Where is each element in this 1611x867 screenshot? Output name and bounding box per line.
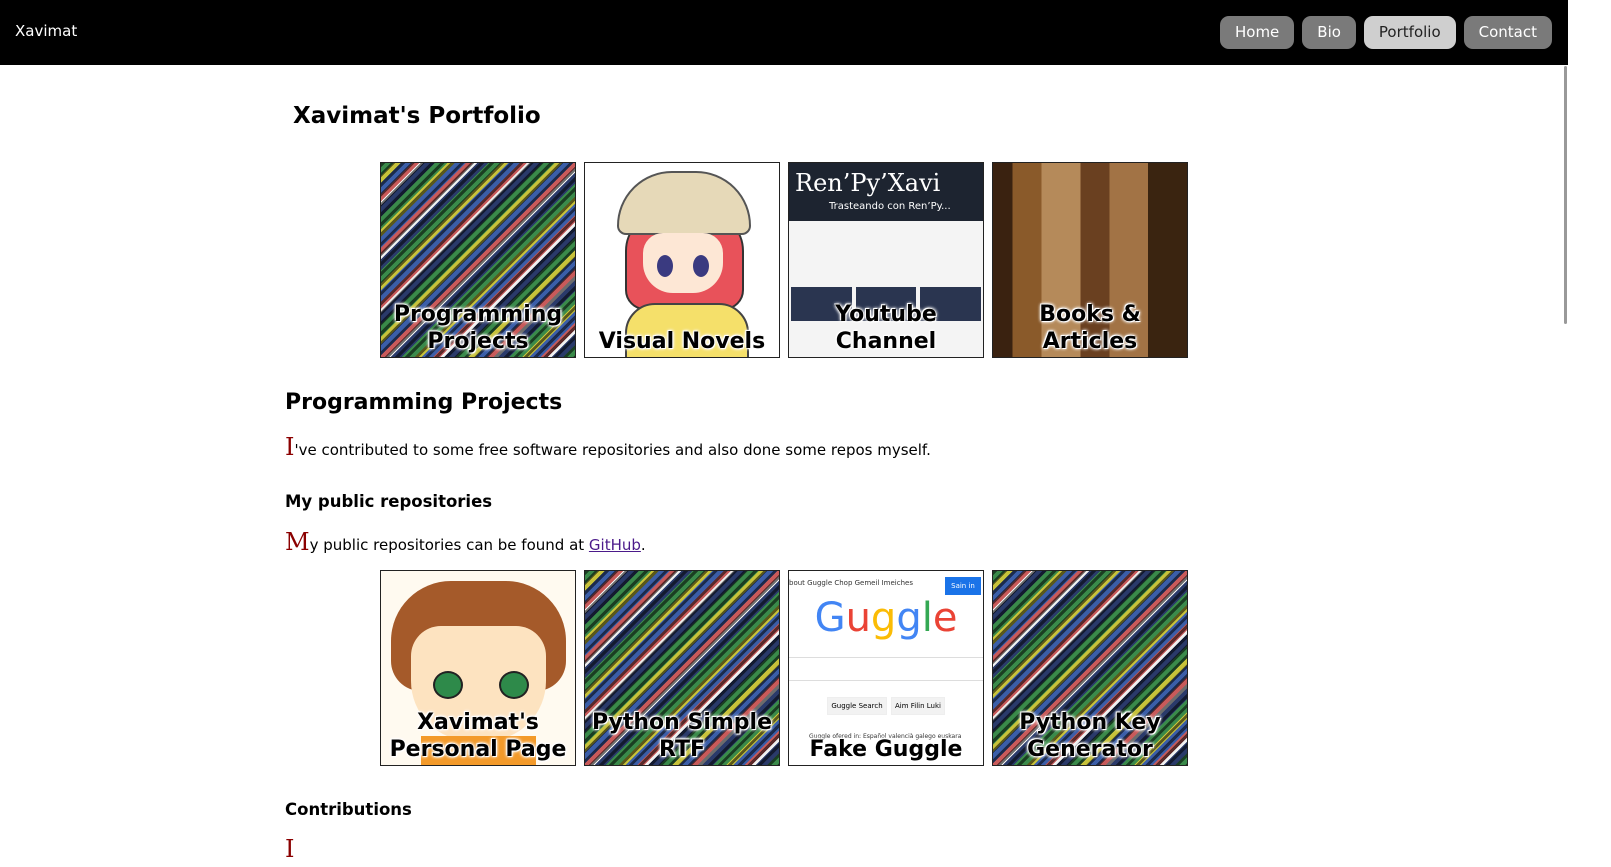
- guggle-search-box: [789, 657, 983, 681]
- scrollbar-thumb[interactable]: [1564, 66, 1567, 324]
- main-nav: Home Bio Portfolio Contact: [1219, 16, 1552, 49]
- guggle-lucky-btn: Aim Filin Luki: [891, 697, 945, 715]
- guggle-search-btn: Guggle Search: [827, 697, 887, 715]
- card-label: Xavimat's Personal Page: [389, 710, 567, 762]
- card-youtube-channel[interactable]: Ren’Py’Xavi Trasteando con Ren’Py... You…: [788, 162, 984, 358]
- github-link[interactable]: GitHub: [589, 536, 641, 554]
- public-repos-text: My public repositories can be found at G…: [285, 528, 646, 556]
- youtube-banner-subtitle: Trasteando con Ren’Py...: [829, 201, 951, 212]
- card-fake-guggle[interactable]: bout Guggle Chop Gemeil Imeiches Sain in…: [788, 570, 984, 766]
- avatar-eye: [657, 255, 673, 277]
- brand-name[interactable]: Xavimat: [15, 22, 77, 40]
- subheading-public-repos: My public repositories: [285, 492, 493, 511]
- dropcap: M: [285, 528, 310, 556]
- card-python-key-generator[interactable]: Python Key Generator: [992, 570, 1188, 766]
- scrollbar-track[interactable]: [1568, 0, 1611, 867]
- avatar-eye: [499, 671, 529, 699]
- card-books-articles[interactable]: Books & Articles: [992, 162, 1188, 358]
- dropcap: I: [285, 835, 295, 863]
- avatar-hat: [617, 171, 751, 235]
- category-grid: Programming Projects Visual Novels Ren’Py…: [380, 162, 1190, 358]
- card-label: Fake Guggle: [809, 737, 963, 762]
- avatar-eye: [433, 671, 463, 699]
- card-personal-page[interactable]: Xavimat's Personal Page: [380, 570, 576, 766]
- avatar-eye: [693, 255, 709, 277]
- guggle-sign-in: Sain in: [945, 577, 981, 595]
- subheading-contributions: Contributions: [285, 800, 412, 819]
- page-title: Xavimat's Portfolio: [293, 103, 541, 129]
- section-heading-programming: Programming Projects: [285, 390, 563, 415]
- youtube-banner-title: Ren’Py’Xavi: [795, 169, 941, 197]
- contributions-text: I: [285, 835, 294, 863]
- card-label: Python Simple RTF: [591, 710, 772, 762]
- card-label: Programming Projects: [393, 302, 563, 354]
- card-label: Visual Novels: [598, 329, 766, 354]
- card-python-simple-rtf[interactable]: Python Simple RTF: [584, 570, 780, 766]
- nav-contact-button[interactable]: Contact: [1463, 16, 1552, 49]
- card-programming-projects[interactable]: Programming Projects: [380, 162, 576, 358]
- nav-bio-button[interactable]: Bio: [1302, 16, 1356, 49]
- avatar-face: [643, 233, 723, 293]
- card-label: Youtube Channel: [835, 302, 937, 354]
- card-label: Python Key Generator: [1019, 710, 1161, 762]
- guggle-logo: Guggle: [814, 595, 958, 641]
- top-navbar: Xavimat Home Bio Portfolio Contact: [0, 0, 1568, 65]
- programming-intro: I've contributed to some free software r…: [285, 433, 931, 461]
- card-label: Books & Articles: [1039, 302, 1141, 354]
- nav-portfolio-button[interactable]: Portfolio: [1363, 16, 1456, 49]
- card-visual-novels[interactable]: Visual Novels: [584, 162, 780, 358]
- repo-grid: Xavimat's Personal Page Python Simple RTF …: [380, 570, 1190, 766]
- youtube-banner: Ren’Py’Xavi Trasteando con Ren’Py...: [789, 163, 983, 221]
- nav-home-button[interactable]: Home: [1219, 16, 1295, 49]
